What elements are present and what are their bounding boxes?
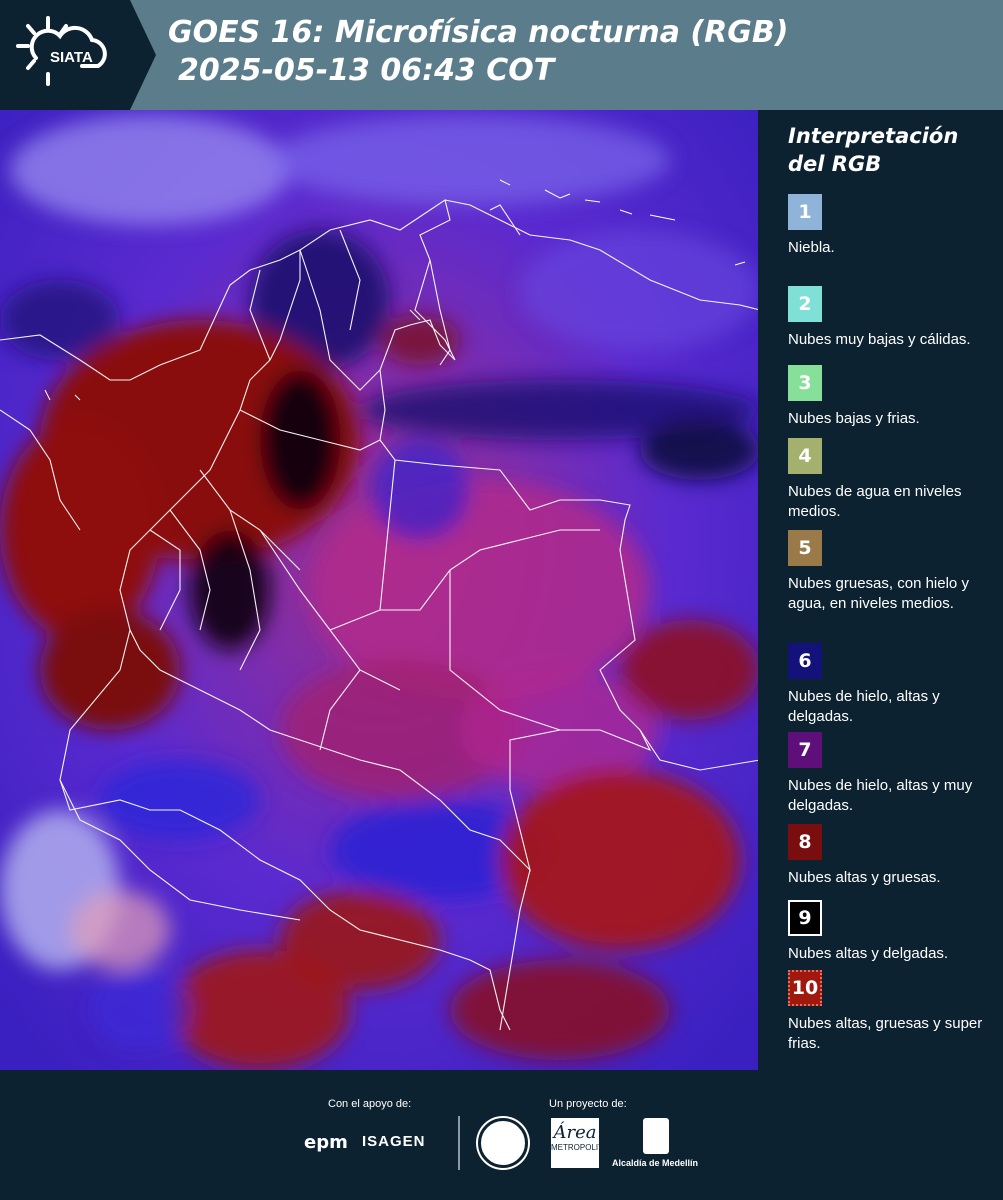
page-title: GOES 16: Microfísica nocturna (RGB) 2025… <box>168 14 788 90</box>
legend-description: Nubes muy bajas y cálidas. <box>788 331 971 348</box>
alcaldia-logo-text: Alcaldía de Medellín <box>612 1158 699 1168</box>
legend-item: 7 Nubes de hielo, altas y muy delgadas. <box>788 732 998 816</box>
legend-swatch: 6 <box>788 643 822 679</box>
alcaldia-shield-icon <box>643 1118 669 1154</box>
legend-item: 2 Nubes muy bajas y cálidas. <box>788 286 998 350</box>
footer: Con el apoyo de: Un proyecto de: epm ISA… <box>0 1070 1003 1200</box>
legend-swatch: 1 <box>788 194 822 230</box>
legend-swatch: 3 <box>788 365 822 401</box>
footer-divider <box>458 1116 460 1170</box>
legend-description: Nubes altas y gruesas. <box>788 869 941 886</box>
legend-description: Nubes altas y delgadas. <box>788 945 949 962</box>
area-logo-small: METROPOLITANA <box>551 1143 619 1152</box>
legend-item: 8 Nubes altas y gruesas. <box>788 824 998 888</box>
legend-swatch: 8 <box>788 824 822 860</box>
legend-item: 5 Nubes gruesas, con hielo y agua, en niv… <box>788 530 998 614</box>
legend-swatch: 2 <box>788 286 822 322</box>
legend-item: 6 Nubes de hielo, altas y delgadas. <box>788 643 998 727</box>
legend-swatch: 9 <box>788 900 822 936</box>
title-line-2: 2025-05-13 06:43 COT <box>178 53 555 88</box>
satellite-map <box>0 110 760 1070</box>
area-metropolitana-logo: Área METROPOLITANA <box>551 1118 619 1168</box>
logo-text: SIATA <box>50 49 93 66</box>
satellite-image <box>0 110 758 1070</box>
siata-logo: SIATA <box>0 0 130 110</box>
legend-panel: Interpretación del RGB 1 Niebla. 2 Nubes mu… <box>762 110 1003 1070</box>
sun-cloud-icon: SIATA <box>16 16 107 86</box>
legend-swatch: 5 <box>788 530 822 566</box>
legend-item: 10 Nubes altas, gruesas y super frias. <box>788 970 998 1054</box>
header-bar: SIATA GOES 16: Microfísica nocturna (RGB… <box>0 0 1003 110</box>
epm-logo: epm <box>304 1132 348 1153</box>
legend-description: Nubes de hielo, altas y muy delgadas. <box>788 777 973 814</box>
project-label: Un proyecto de: <box>549 1098 627 1110</box>
legend-swatch: 10 <box>788 970 822 1006</box>
legend-description: Nubes de hielo, altas y delgadas. <box>788 688 940 725</box>
title-line-1: GOES 16: Microfísica nocturna (RGB) <box>168 15 789 50</box>
area-logo-big: Área <box>553 1122 597 1143</box>
legend-item: 1 Niebla. <box>788 194 998 258</box>
legend-description: Nubes altas, gruesas y super frias. <box>788 1015 983 1052</box>
logo-arrow-shape <box>130 0 156 110</box>
legend-title: Interpretación del RGB <box>788 124 959 176</box>
legend-description: Nubes gruesas, con hielo y agua, en nive… <box>788 575 969 612</box>
support-label: Con el apoyo de: <box>328 1098 412 1110</box>
legend-description: Nubes de agua en niveles medios. <box>788 483 962 520</box>
legend-swatch: 4 <box>788 438 822 474</box>
legend-item: 4 Nubes de agua en niveles medios. <box>788 438 998 522</box>
legend-item: 9 Nubes altas y delgadas. <box>788 900 998 964</box>
legend-swatch: 7 <box>788 732 822 768</box>
university-seal-icon <box>478 1118 528 1168</box>
legend-description: Nubes bajas y frias. <box>788 410 920 427</box>
legend-item: 3 Nubes bajas y frias. <box>788 365 998 429</box>
isagen-logo: ISAGEN <box>362 1133 426 1150</box>
legend-description: Niebla. <box>788 239 835 256</box>
